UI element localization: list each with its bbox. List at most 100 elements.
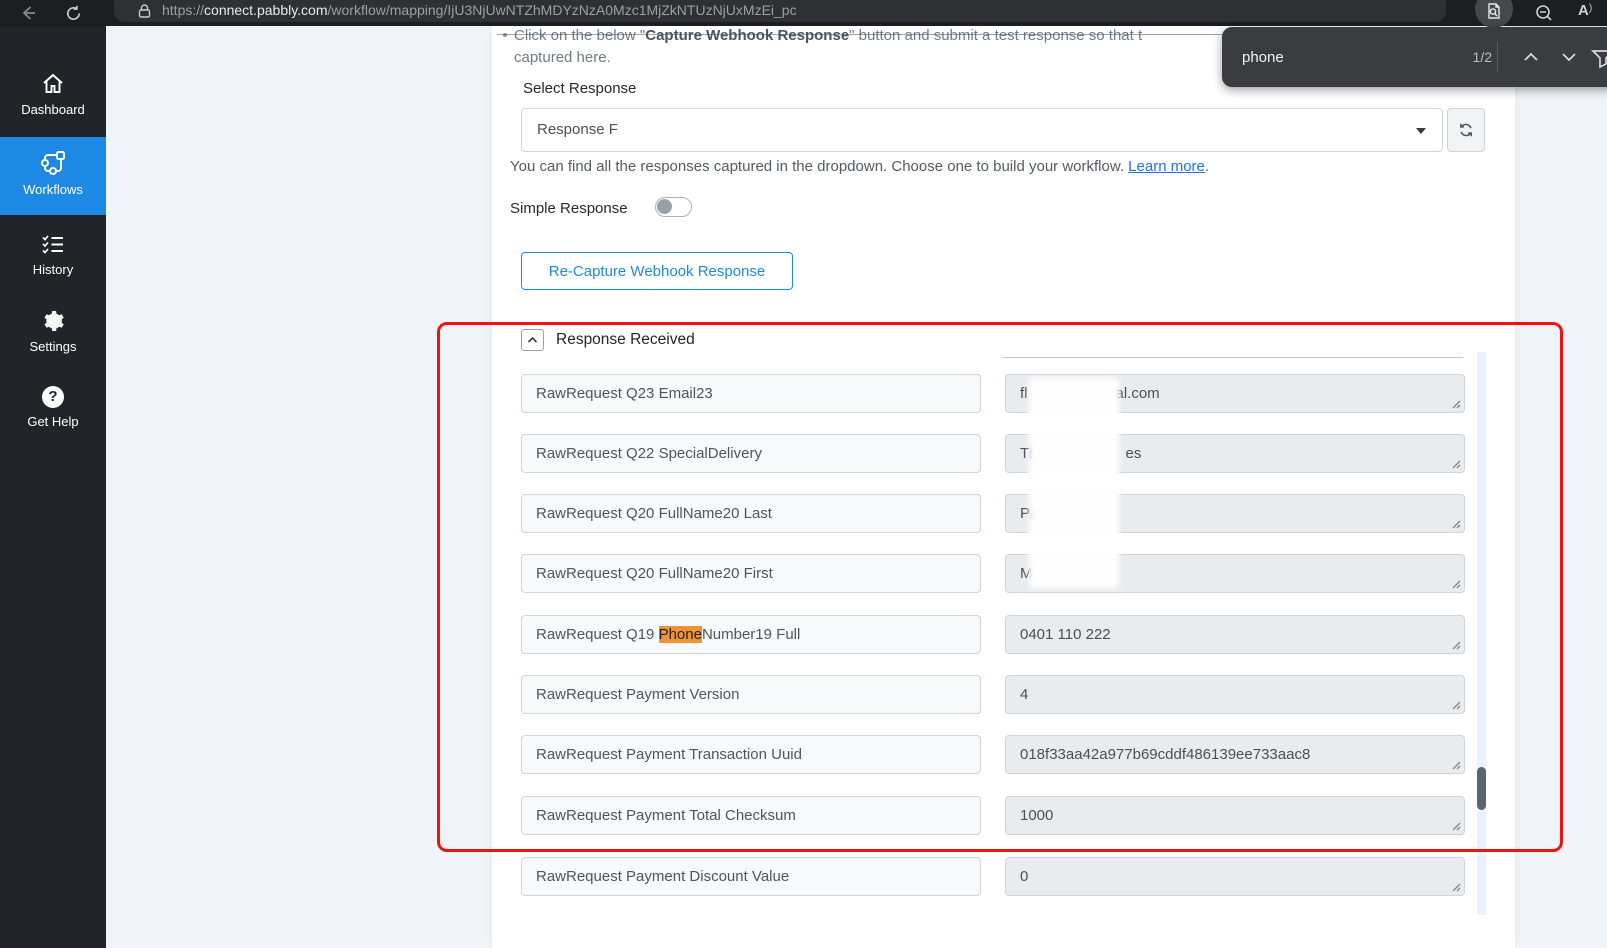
resize-handle-icon [1452,822,1461,831]
scrollbar-track[interactable] [1477,352,1486,915]
field-text: RawRequest Payment Transaction Uuid [536,746,802,763]
find-input[interactable] [1242,27,1442,87]
sidebar-item-workflows[interactable]: Workflows [0,137,106,215]
field-text: fl [1020,385,1028,402]
section-title: Response Received [556,331,695,348]
strike-line [497,34,1227,35]
resize-handle-icon [1452,883,1461,892]
filter-funnel-icon [1590,50,1607,69]
address-bar[interactable]: https://connect.pabbly.com/workflow/mapp… [114,0,1446,22]
lock-icon [138,4,151,18]
field-text: RawRequest Payment Discount Value [536,868,790,885]
instruction-prefix: Click on the below " [514,27,646,44]
field-text: Number19 Full [701,626,801,643]
instruction-line2: captured here. [514,49,611,66]
refresh-icon [67,5,81,20]
response-dropdown-value: Response F [537,121,618,138]
find-match-count: 1/2 [1472,49,1492,65]
field-text: RawRequest Q22 SpecialDelivery [536,445,762,462]
back-button[interactable] [18,3,38,23]
refresh-button[interactable] [64,3,84,23]
chevron-up-icon [1524,52,1538,61]
values-divider [1003,357,1463,358]
gear-icon [44,311,64,331]
field-text: RawRequest Payment Version [536,686,740,703]
field-text: RawRequest Payment Total Checksum [536,807,796,824]
zoom-out-icon [1536,5,1552,21]
field-text: al.com [1115,385,1160,402]
resize-handle-icon [1452,460,1461,469]
redaction-blur [1029,378,1119,588]
chevron-down-icon [1416,128,1426,134]
browser-toolbar: https://connect.pabbly.com/workflow/mapp… [0,0,1607,28]
find-on-page-indicator[interactable] [1475,0,1513,28]
response-field-key: RawRequest Payment Version [521,675,981,714]
response-field-key: RawRequest Q20 FullName20 First [521,554,981,593]
find-divider [1497,42,1498,72]
home-icon [43,73,63,93]
help-period: . [1204,158,1210,175]
sidebar-item-settings[interactable]: Settings [0,307,106,364]
simple-response-toggle[interactable] [655,197,692,217]
find-filter-button[interactable] [1588,45,1607,69]
field-text: 0 [1020,868,1029,885]
history-icon [42,235,63,254]
sidebar-item-history[interactable]: History [0,230,106,287]
app-window: https://connect.pabbly.com/workflow/mapp… [0,0,1607,948]
response-field-key: RawRequest Payment Discount Value [521,857,981,896]
dropdown-help-text: You can find all the responses captured … [510,158,1209,175]
find-next-button[interactable] [1556,45,1582,69]
field-text: es [1125,445,1142,462]
response-field-value[interactable]: 4 [1005,675,1465,714]
help-text: You can find all the responses captured … [510,158,1129,175]
response-dropdown[interactable]: Response F [521,108,1443,152]
field-text: 018f33aa42a977b69cddf486139ee733aac8 [1020,746,1311,763]
help-icon: ? [42,386,64,408]
url-text: https://connect.pabbly.com/workflow/mapp… [162,0,797,22]
response-field-key: RawRequest Q20 FullName20 Last [521,494,981,533]
find-match-highlight: Phone [658,626,702,643]
response-field-key: RawRequest Payment Total Checksum [521,796,981,835]
field-text: RawRequest Q19 [536,626,659,643]
find-previous-button[interactable] [1518,45,1544,69]
toggle-knob [657,199,672,214]
field-text: 0401 110 222 [1020,626,1111,643]
learn-more-link[interactable]: Learn more [1128,158,1205,175]
workflow-icon [41,151,65,175]
field-text: RawRequest Q23 Email23 [536,385,713,402]
resize-handle-icon [1452,641,1461,650]
chevron-down-icon [1562,53,1576,62]
resize-handle-icon [1452,580,1461,589]
resize-handle-icon [1452,520,1461,529]
resize-handle-icon [1452,761,1461,770]
select-response-label: Select Response [523,80,637,97]
response-field-key: RawRequest Q22 SpecialDelivery [521,434,981,473]
sidebar-item-get-help[interactable]: ? Get Help [0,384,106,439]
zoom-out-button[interactable] [1534,3,1554,23]
response-field-value[interactable]: 018f33aa42a977b69cddf486139ee733aac8 [1005,735,1465,774]
collapse-section-button[interactable] [521,329,544,351]
scrollbar-thumb[interactable] [1477,767,1486,810]
read-aloud-icon[interactable]: A) [1578,2,1592,19]
field-text: RawRequest Q20 FullName20 First [536,565,773,582]
resize-handle-icon [1452,701,1461,710]
sidebar-item-label: Get Help [27,414,79,429]
response-field-key: RawRequest Q23 Email23 [521,374,981,413]
url-path: /workflow/mapping/IjU3NjUwNTZhMDYzNzA0Mz… [327,2,797,18]
recapture-webhook-button[interactable]: Re-Capture Webhook Response [521,252,793,290]
instruction-bold: Capture Webhook Response [645,27,850,44]
field-text: RawRequest Q20 FullName20 Last [536,505,772,522]
response-field-key: RawRequest Payment Transaction Uuid [521,735,981,774]
refresh-icon [1460,123,1472,137]
sidebar-item-dashboard[interactable]: Dashboard [0,70,106,127]
response-field-value[interactable]: 0401 110 222 [1005,615,1465,654]
response-field-value[interactable]: 1000 [1005,796,1465,835]
refresh-responses-button[interactable] [1447,108,1485,152]
page-search-icon [1488,3,1500,19]
instruction-suffix: " button and submit a test response so t… [849,27,1143,44]
sidebar: Dashboard Workflows History Settings ? G… [0,26,106,948]
sidebar-item-label: Workflows [23,182,83,197]
response-field-value[interactable]: 0 [1005,857,1465,896]
sidebar-item-label: Settings [29,339,77,354]
url-scheme: https:// [162,2,205,18]
